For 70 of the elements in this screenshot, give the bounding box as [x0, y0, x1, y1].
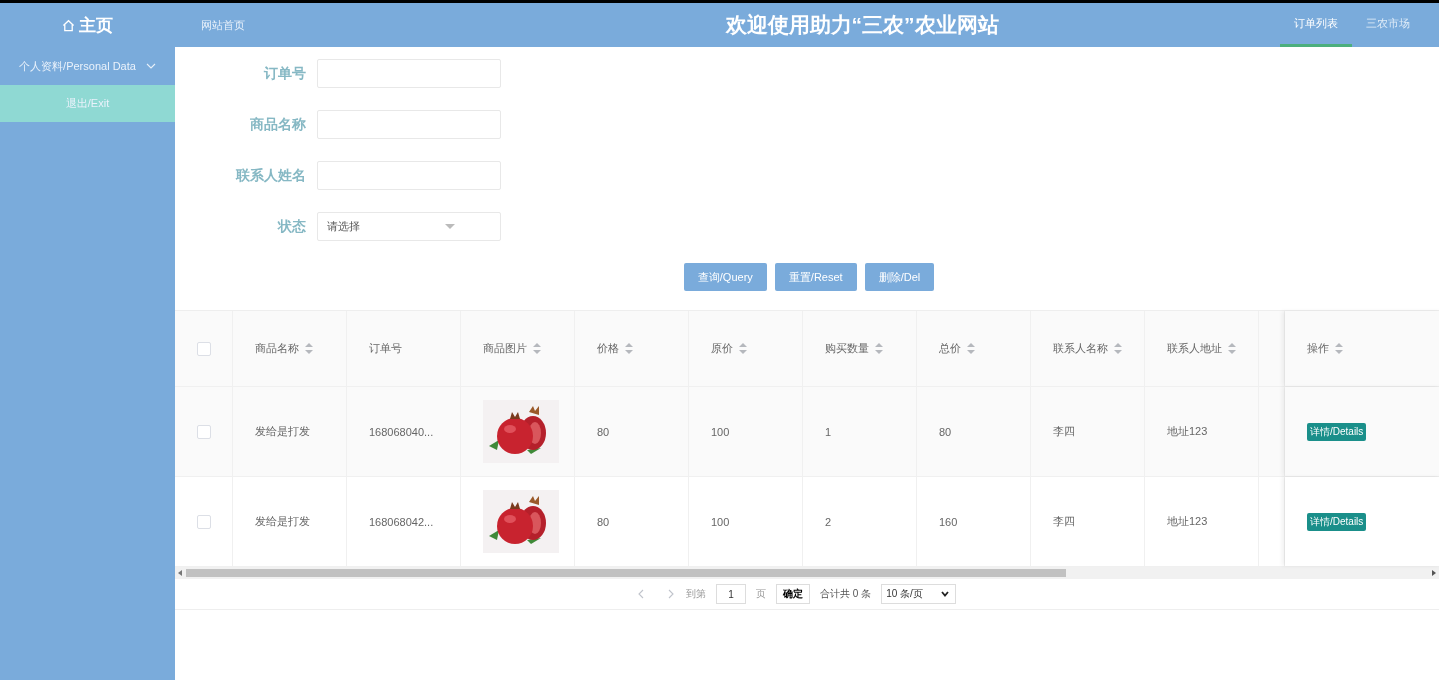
row-checkbox[interactable]: [197, 424, 211, 439]
column-header: 商品名称: [255, 341, 299, 356]
table-cell: 80: [939, 425, 952, 438]
sort-icon[interactable]: [1335, 343, 1343, 354]
home-icon: [62, 18, 75, 32]
scroll-left-icon[interactable]: [178, 570, 182, 576]
column-header: 商品图片: [483, 341, 527, 356]
field-label: 联系人姓名: [234, 166, 307, 185]
dropdown-caret-icon: [940, 591, 949, 597]
row-checkbox[interactable]: [197, 514, 211, 529]
table-cell: 100: [711, 425, 730, 438]
page-size-select[interactable]: 10 条/页: [881, 584, 956, 604]
column-header: 操作: [1307, 341, 1329, 356]
column-header: 联系人名称: [1053, 341, 1108, 356]
previous-page-icon[interactable]: [638, 589, 645, 599]
home-link[interactable]: 主页: [79, 13, 113, 37]
nav-tab[interactable]: 三农市场: [1352, 3, 1424, 47]
total-count: 合计共 0 条: [820, 587, 872, 601]
action-button[interactable]: 查询/Query: [683, 263, 767, 291]
field-label: 商品名称: [249, 115, 307, 134]
sort-icon[interactable]: [739, 343, 747, 354]
scroll-right-icon[interactable]: [1432, 570, 1436, 576]
table-cell: 168068040...: [369, 425, 434, 438]
column-header: 价格: [597, 341, 619, 356]
sidebar-menu-item[interactable]: 个人资料/Personal Data: [0, 47, 175, 85]
sort-icon[interactable]: [875, 343, 883, 354]
action-button[interactable]: 重置/Reset: [774, 263, 857, 291]
status-select[interactable]: 请选择: [317, 212, 501, 241]
table-cell: 地址123: [1167, 514, 1208, 529]
table-cell: 李四: [1053, 514, 1075, 529]
page-number-field[interactable]: 1: [716, 584, 747, 604]
dropdown-caret-icon: [445, 224, 455, 229]
table-cell: 李四: [1053, 424, 1075, 439]
sort-icon[interactable]: [967, 343, 975, 354]
confirm-button[interactable]: 确定: [776, 584, 811, 604]
page-unit-label: 页: [756, 587, 767, 601]
table-cell: 发给是打发: [255, 424, 310, 439]
table-cell: 2: [825, 515, 832, 528]
chevron-down-icon: [145, 63, 156, 69]
sort-icon[interactable]: [1114, 343, 1122, 354]
field-label: 订单号: [262, 64, 307, 83]
horizontal-scrollbar[interactable]: [175, 567, 1439, 579]
sort-icon[interactable]: [1228, 343, 1236, 354]
next-page-icon[interactable]: [668, 589, 675, 599]
details-button[interactable]: 详情/Details: [1307, 512, 1367, 531]
select-all-checkbox[interactable]: [197, 341, 211, 356]
column-header: 购买数量: [825, 341, 869, 356]
table-cell: 1: [825, 425, 832, 438]
table-cell: 168068042...: [369, 515, 434, 528]
table-cell: 160: [939, 515, 958, 528]
column-header: 订单号: [369, 341, 402, 356]
column-header: 原价: [711, 341, 733, 356]
site-title: 欢迎使用助力“三农”农业网站: [724, 12, 1000, 38]
goto-label: 到第: [686, 587, 707, 601]
table-cell: 100: [711, 515, 730, 528]
field-label: 状态: [276, 217, 307, 236]
sort-icon[interactable]: [533, 343, 541, 354]
table-cell: 80: [597, 515, 610, 528]
details-button[interactable]: 详情/Details: [1307, 422, 1367, 441]
table-cell: 80: [597, 425, 610, 438]
table-cell: 发给是打发: [255, 514, 310, 529]
action-button[interactable]: 删除/Del: [864, 263, 935, 291]
column-header: 总价: [939, 341, 961, 356]
column-header: 联系人地址: [1167, 341, 1222, 356]
sort-icon[interactable]: [305, 343, 313, 354]
table-cell: 地址123: [1167, 424, 1208, 439]
menu-label: 个人资料/Personal Data: [19, 58, 136, 74]
exit-menu-item[interactable]: 退出/Exit: [0, 85, 175, 122]
nav-link[interactable]: 网站首页: [201, 17, 245, 33]
sort-icon[interactable]: [625, 343, 633, 354]
